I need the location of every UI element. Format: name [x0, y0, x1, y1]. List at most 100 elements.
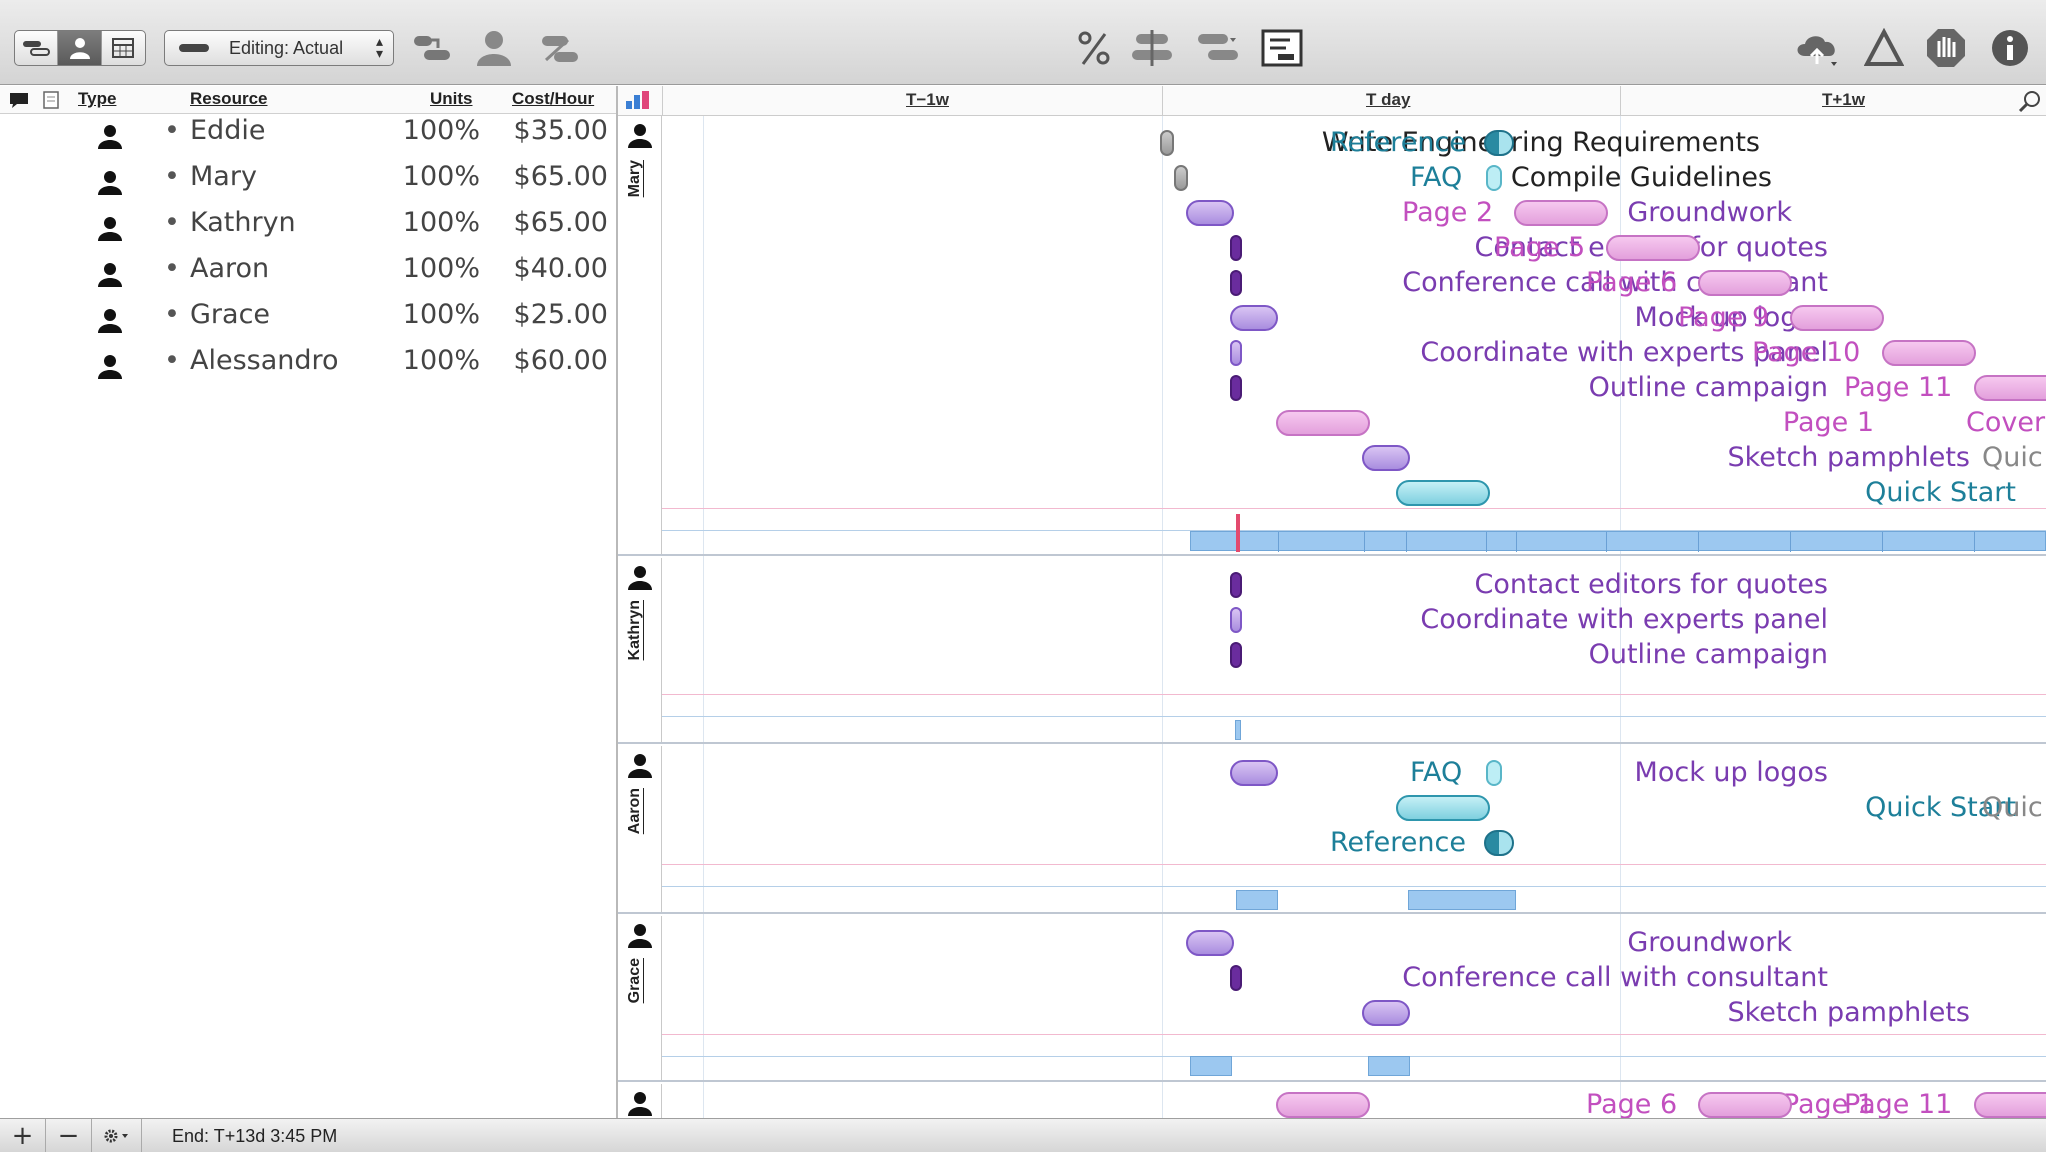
- units-column-header[interactable]: Units: [430, 89, 473, 109]
- note-bubble-icon[interactable]: [8, 91, 30, 109]
- resource-name[interactable]: Alessandro: [190, 345, 339, 376]
- resource-cost[interactable]: $25.00: [480, 299, 608, 330]
- task-bar[interactable]: [1276, 410, 1370, 436]
- task-label[interactable]: FAQ: [1410, 161, 1462, 195]
- task-label[interactable]: Page 2: [1402, 196, 1493, 230]
- task-label[interactable]: FAQ: [1410, 756, 1462, 790]
- task-bar[interactable]: [1174, 165, 1188, 191]
- task-bar[interactable]: [1276, 1092, 1370, 1118]
- resource-units[interactable]: 100%: [340, 115, 480, 146]
- task-bar[interactable]: [1160, 130, 1174, 156]
- inspector-style-button[interactable]: [1258, 24, 1306, 72]
- task-label[interactable]: Quick Start: [1865, 476, 2016, 510]
- stop-button[interactable]: [1922, 24, 1970, 72]
- editing-mode-popup[interactable]: Editing: Actual ▴ ▾: [164, 30, 394, 66]
- task-bar[interactable]: [1186, 930, 1234, 956]
- remove-button[interactable]: −: [46, 1119, 92, 1152]
- task-bar[interactable]: [1230, 642, 1242, 668]
- task-label[interactable]: Page 6: [1586, 266, 1677, 300]
- task-bar[interactable]: [1186, 200, 1234, 226]
- resource-units[interactable]: 100%: [340, 161, 480, 192]
- resource-row[interactable]: • Kathryn 100% $65.00: [0, 207, 616, 253]
- zoom-icon[interactable]: [2018, 89, 2042, 113]
- utilization-chart-icon[interactable]: [624, 89, 654, 111]
- task-bar[interactable]: [1230, 572, 1242, 598]
- task-label[interactable]: Outline campaign: [1589, 638, 1828, 672]
- resource-name[interactable]: Mary: [190, 161, 257, 192]
- resource-view-button[interactable]: [58, 31, 102, 65]
- add-button[interactable]: +: [0, 1119, 46, 1152]
- task-bar[interactable]: [1230, 340, 1242, 366]
- task-label[interactable]: Quic: [1982, 441, 2043, 475]
- publish-button[interactable]: [1794, 24, 1842, 72]
- assign-resource-button[interactable]: [470, 24, 518, 72]
- resource-row[interactable]: • Grace 100% $25.00: [0, 299, 616, 345]
- task-label[interactable]: Sketch pamphlets: [1727, 441, 1970, 475]
- task-label[interactable]: Page 10: [1752, 336, 1860, 370]
- cost-hour-column-header[interactable]: Cost/Hour: [512, 89, 594, 109]
- resource-cost[interactable]: $35.00: [480, 115, 608, 146]
- add-resource-button[interactable]: [408, 24, 456, 72]
- task-label[interactable]: Reference: [1330, 126, 1466, 160]
- task-label[interactable]: Groundwork: [1627, 926, 1792, 960]
- task-bar[interactable]: [1606, 235, 1700, 261]
- task-label[interactable]: Quic: [1982, 791, 2043, 825]
- task-bar[interactable]: [1514, 200, 1608, 226]
- task-label[interactable]: Outline campaign: [1589, 371, 1828, 405]
- view-mode-segmented-control[interactable]: [14, 30, 146, 66]
- resource-cost[interactable]: $60.00: [480, 345, 608, 376]
- percent-complete-button[interactable]: [1070, 24, 1118, 72]
- task-bar[interactable]: [1396, 480, 1490, 506]
- resource-units[interactable]: 100%: [340, 253, 480, 284]
- resource-row[interactable]: • Mary 100% $65.00: [0, 161, 616, 207]
- resource-cost[interactable]: $65.00: [480, 207, 608, 238]
- level-button[interactable]: [1128, 24, 1176, 72]
- resource-row[interactable]: • Alessandro 100% $60.00: [0, 345, 616, 391]
- task-bar[interactable]: [1486, 165, 1502, 191]
- task-label[interactable]: Cover: [1966, 406, 2045, 440]
- task-label[interactable]: Reference: [1330, 826, 1466, 860]
- violations-button[interactable]: [1860, 24, 1908, 72]
- split-task-button[interactable]: [536, 24, 584, 72]
- task-bar[interactable]: [1698, 1092, 1792, 1118]
- resource-units[interactable]: 100%: [340, 207, 480, 238]
- task-bar[interactable]: [1230, 305, 1278, 331]
- resource-row[interactable]: • Aaron 100% $40.00: [0, 253, 616, 299]
- task-label[interactable]: Sketch pamphlets: [1727, 996, 1970, 1030]
- task-label[interactable]: Page 1: [1783, 406, 1874, 440]
- document-icon[interactable]: [43, 91, 59, 109]
- resource-column-header[interactable]: Resource: [190, 89, 267, 109]
- task-bar[interactable]: [1230, 607, 1242, 633]
- calendar-view-button[interactable]: [102, 31, 145, 65]
- task-bar[interactable]: [1882, 340, 1976, 366]
- task-bar[interactable]: [1484, 830, 1514, 856]
- task-bar[interactable]: [1484, 130, 1514, 156]
- type-column-header[interactable]: Type: [78, 89, 116, 109]
- task-bar[interactable]: [1230, 270, 1242, 296]
- task-bar[interactable]: [1396, 795, 1490, 821]
- resource-name[interactable]: Grace: [190, 299, 270, 330]
- task-bar[interactable]: [1362, 445, 1410, 471]
- task-bar[interactable]: [1230, 965, 1242, 991]
- resource-name[interactable]: Eddie: [190, 115, 265, 146]
- task-label[interactable]: Page 9: [1678, 301, 1769, 335]
- resource-name[interactable]: Aaron: [190, 253, 269, 284]
- task-label[interactable]: Page 11: [1844, 1088, 1952, 1118]
- task-label[interactable]: Page 11: [1844, 371, 1952, 405]
- resource-row[interactable]: • Eddie 100% $35.00: [0, 115, 616, 161]
- task-label[interactable]: Page 5: [1494, 231, 1585, 265]
- task-view-button[interactable]: [15, 31, 59, 65]
- inspector-button[interactable]: [1986, 24, 2034, 72]
- task-label[interactable]: Compile Guidelines: [1511, 161, 1772, 195]
- task-label[interactable]: Coordinate with experts panel: [1420, 603, 1828, 637]
- task-label[interactable]: Conference call with consultant: [1402, 961, 1828, 995]
- task-label[interactable]: Groundwork: [1627, 196, 1792, 230]
- task-bar[interactable]: [1362, 1000, 1410, 1026]
- task-label[interactable]: Contact editors for quotes: [1475, 568, 1828, 602]
- task-bar[interactable]: [1230, 235, 1242, 261]
- task-label[interactable]: Mock up logos: [1635, 756, 1828, 790]
- resource-units[interactable]: 100%: [340, 299, 480, 330]
- task-bar[interactable]: [1698, 270, 1792, 296]
- task-bar[interactable]: [1974, 1092, 2046, 1118]
- task-label[interactable]: Page 6: [1586, 1088, 1677, 1118]
